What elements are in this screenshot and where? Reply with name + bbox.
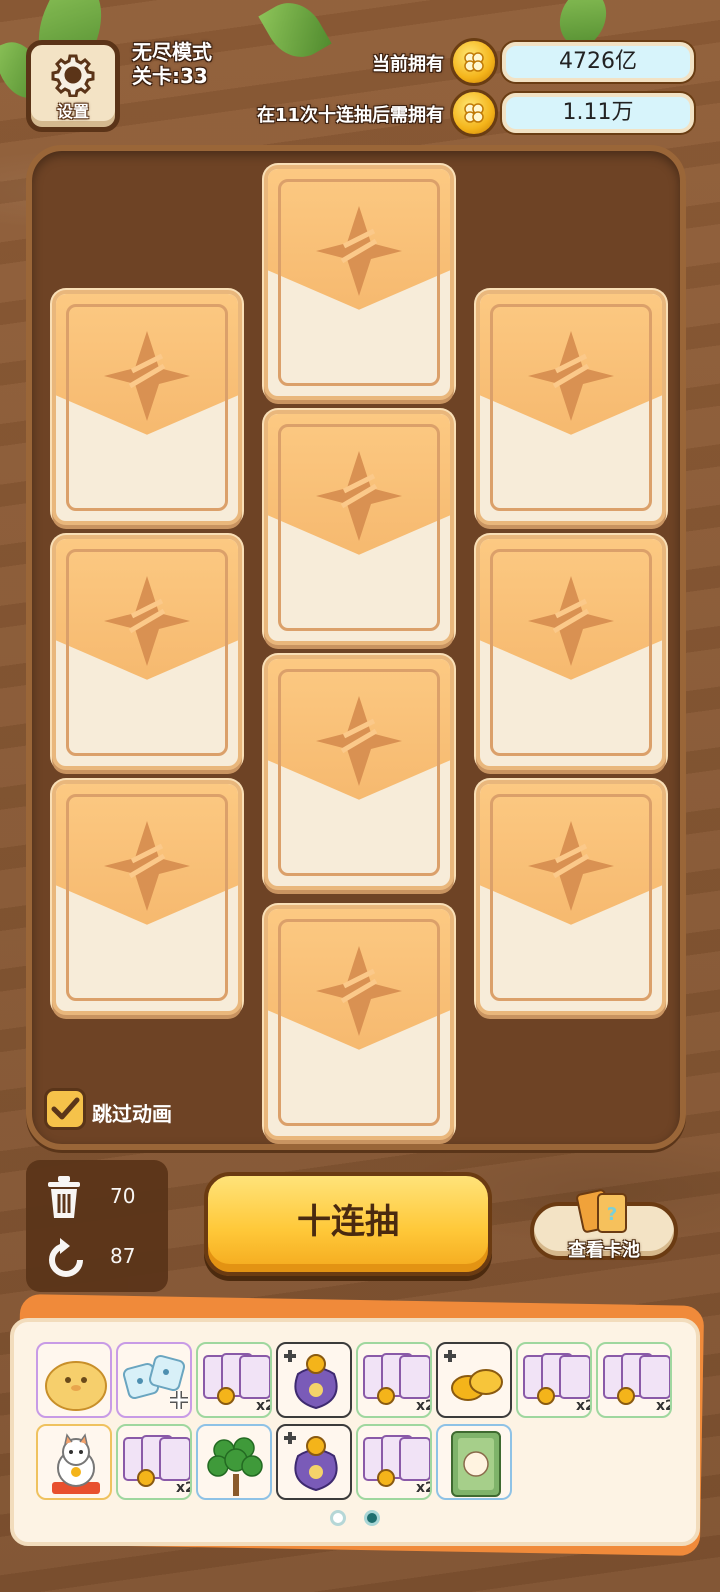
card-pack-icon: x2 [363,1435,432,1496]
reward-coins[interactable] [436,1342,512,1418]
star-icon [316,695,402,786]
reward-card-pack[interactable]: x2 [116,1424,192,1500]
view-card-pool-label: 查看卡池 [568,1240,640,1261]
reward-card-pack[interactable]: x2 [196,1342,272,1418]
coins-plus-icon [444,1350,503,1401]
clover-tree-icon [207,1437,263,1496]
card-pack-icon: x2 [523,1353,592,1414]
svg-text:x2: x2 [576,1398,592,1414]
face-down-card[interactable] [52,290,242,525]
refresh-icon [49,1238,83,1277]
reward-clover-tree[interactable] [196,1424,272,1500]
page-indicator-dot[interactable] [330,1510,346,1526]
svg-text:?: ? [607,1204,617,1225]
reward-card-pack[interactable]: x2 [596,1342,672,1418]
star-icon [104,330,190,421]
skip-animation-label: 跳过动画 [92,1102,172,1126]
reward-dice[interactable] [116,1342,192,1418]
card-pack-icon: x2 [363,1353,432,1414]
coin-bag-plus-icon [284,1350,338,1410]
checkmark-icon [51,1097,80,1120]
level-label: 关卡:33 [132,64,208,88]
mode-name: 无尽模式 [132,40,212,64]
hamster-ball-icon [45,1361,107,1411]
gear-icon [51,54,95,97]
settings-button[interactable]: 设置 [26,40,120,132]
reward-card-pack[interactable]: x2 [356,1342,432,1418]
reward-coin-bag[interactable] [276,1424,352,1500]
clover-icon [464,103,484,123]
face-down-card[interactable] [476,290,666,525]
face-down-card[interactable] [264,410,454,645]
settings-label: 设置 [56,102,89,121]
mode-info: 无尽模式 关卡:33 [132,40,212,88]
card-pack-icon: x2 [203,1353,272,1414]
face-down-card[interactable] [264,655,454,890]
svg-text:x2: x2 [416,1480,432,1496]
dice-plus-icon [122,1354,188,1409]
clover-icon [464,52,484,72]
svg-text:x2: x2 [416,1398,432,1414]
svg-text:x2: x2 [656,1398,672,1414]
lucky-cat-icon [52,1433,100,1494]
required-coins-value: 1.11万 [502,93,694,133]
refresh-count: 87 [110,1244,136,1268]
reward-hamster-ball[interactable] [36,1342,112,1418]
face-down-card[interactable] [52,780,242,1015]
face-down-card[interactable] [476,535,666,770]
star-icon [316,205,402,296]
star-icon [104,820,190,911]
coin-icon [450,89,498,137]
star-icon [316,945,402,1036]
svg-text:x2: x2 [256,1398,272,1414]
star-icon [528,820,614,911]
page-indicator-dot-active[interactable] [364,1510,380,1526]
trash-icon [48,1176,80,1218]
face-down-card[interactable] [52,535,242,770]
face-down-card[interactable] [476,780,666,1015]
face-down-card[interactable] [264,905,454,1140]
star-icon [316,450,402,541]
reward-green-card[interactable] [436,1424,512,1500]
ten-draw-button[interactable]: 十连抽 [204,1172,492,1276]
coin-icon [450,38,498,86]
current-coins-label: 当前拥有 [372,54,444,75]
green-card-icon [451,1431,501,1497]
reward-coin-bag[interactable] [276,1342,352,1418]
current-coins-value: 4726亿 [502,42,694,82]
reward-card-pack[interactable]: x2 [516,1342,592,1418]
leaf-decoration [258,0,332,69]
reward-lucky-cat[interactable] [36,1424,112,1500]
svg-text:x2: x2 [176,1480,192,1496]
skip-animation-checkbox[interactable] [44,1088,86,1130]
face-down-card[interactable] [264,165,454,400]
trash-count: 70 [110,1184,136,1208]
required-coins-label: 在11次十连抽后需拥有 [256,105,444,126]
card-pack-icon: x2 [123,1435,192,1496]
reward-card-pack[interactable]: x2 [356,1424,432,1500]
coin-bag-plus-icon [284,1432,338,1492]
star-icon [104,575,190,666]
star-icon [528,330,614,421]
card-pack-icon: x2 [603,1353,672,1414]
counter-panel: 70 87 [26,1160,168,1292]
star-icon [528,575,614,666]
card-pool-icon: ? [576,1189,627,1233]
